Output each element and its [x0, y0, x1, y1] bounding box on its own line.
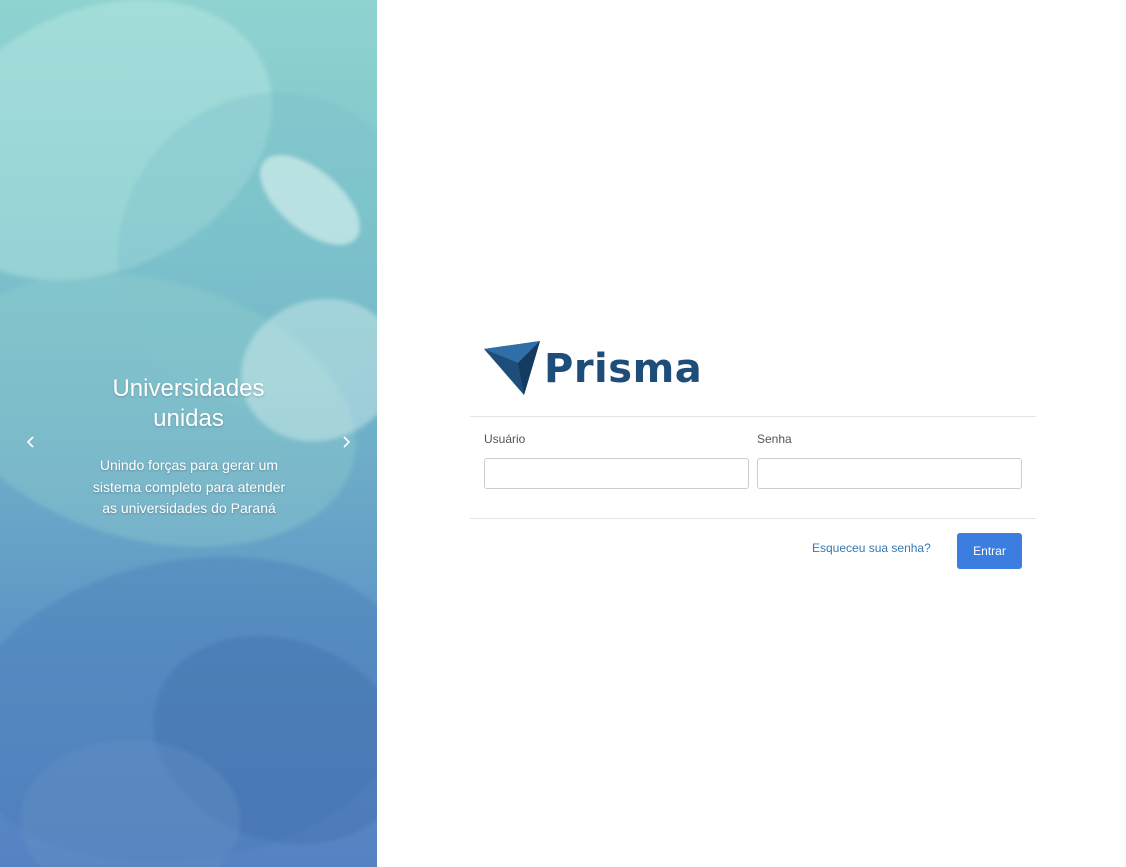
- prisma-triangle-icon: [484, 339, 540, 400]
- carousel-text: Unindo forças para gerar um sistema comp…: [92, 457, 286, 516]
- carousel-title: Universidades unidas: [112, 375, 265, 432]
- user-label: Usuário: [484, 432, 526, 446]
- chevron-right-icon: [341, 435, 351, 454]
- user-field-group: Usuário: [484, 431, 749, 489]
- password-input[interactable]: [757, 458, 1022, 489]
- carousel-prev-button[interactable]: [17, 430, 45, 458]
- prisma-logo: Prisma: [484, 339, 714, 400]
- carousel-next-button[interactable]: [332, 430, 360, 458]
- login-page: Universidades unidas Unindo forças para …: [0, 0, 1126, 867]
- user-input[interactable]: [484, 458, 749, 489]
- divider: [470, 416, 1036, 417]
- login-button[interactable]: Entrar: [957, 533, 1022, 569]
- logo-wordmark: Prisma: [544, 346, 703, 392]
- carousel: Universidades unidas Unindo forças para …: [0, 0, 377, 867]
- chevron-left-icon: [26, 435, 36, 454]
- password-label: Senha: [757, 432, 792, 446]
- divider: [470, 518, 1036, 519]
- password-field-group: Senha: [757, 431, 1022, 489]
- forgot-password-link[interactable]: Esqueceu sua senha?: [812, 541, 931, 555]
